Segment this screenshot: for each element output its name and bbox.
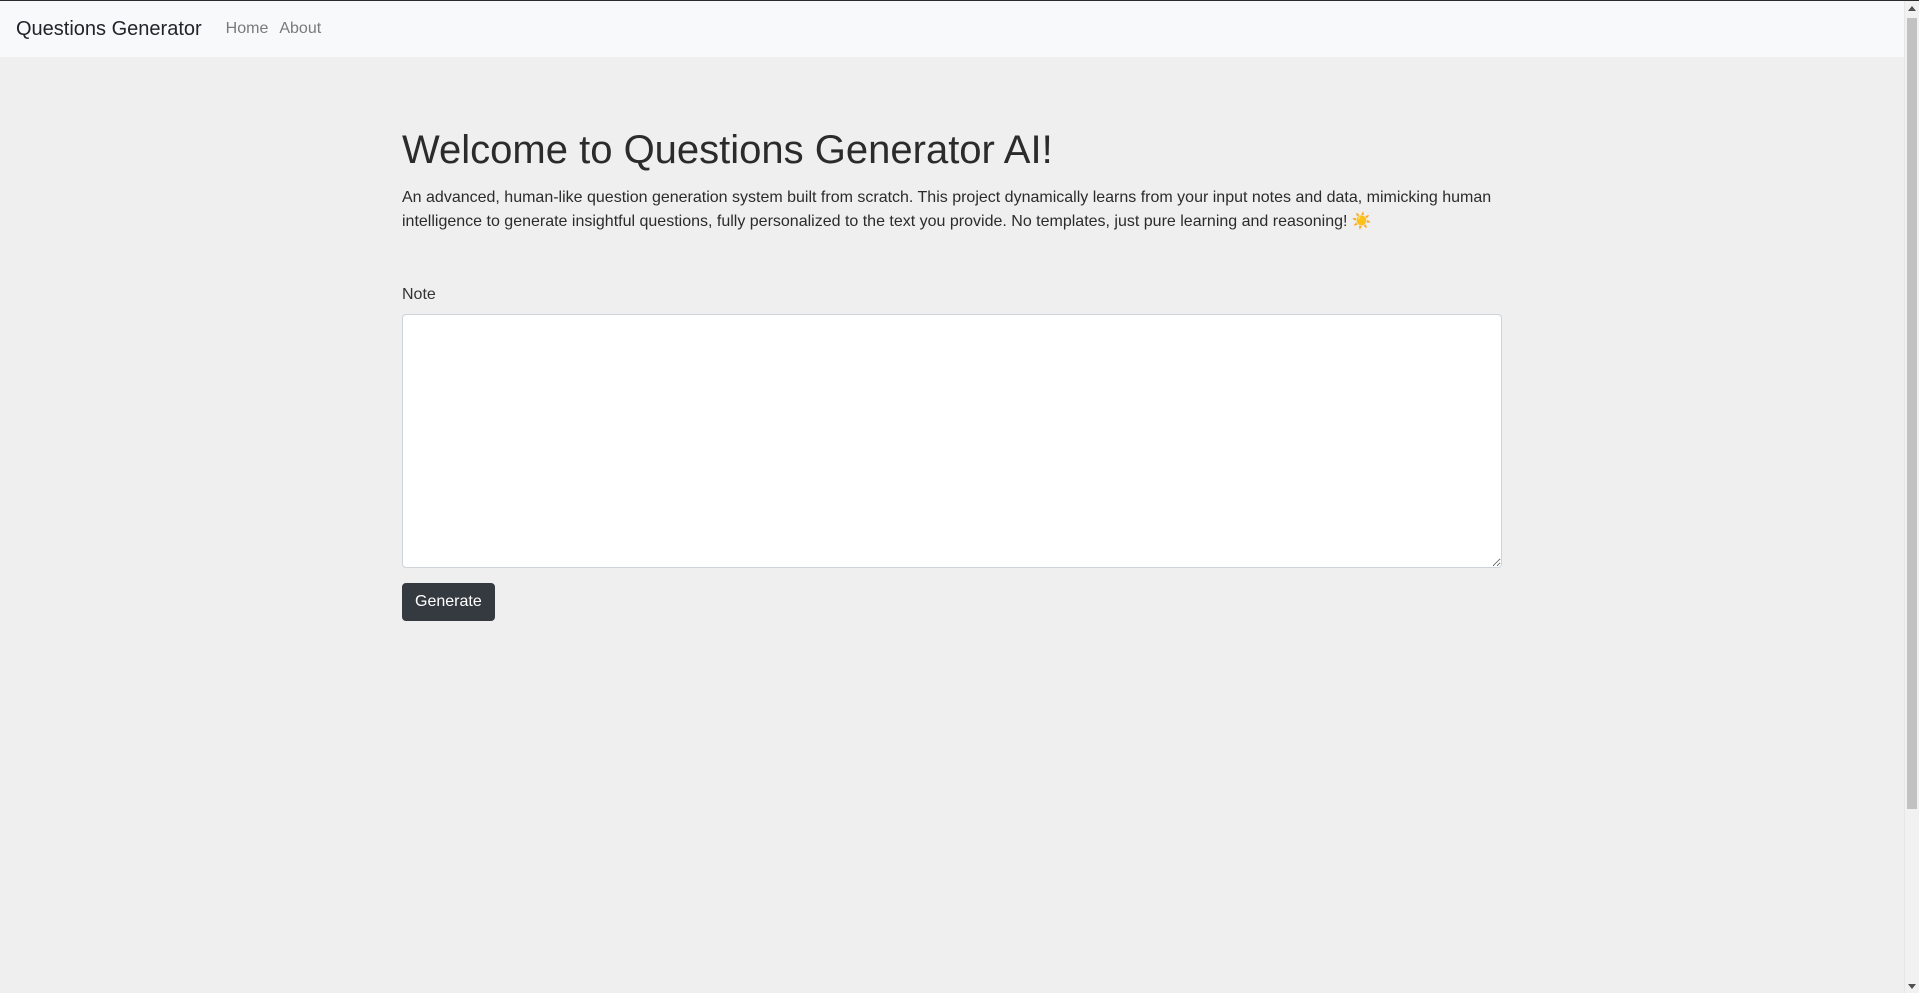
sun-icon: ☀️ bbox=[1351, 213, 1372, 230]
scroll-up-arrow-icon[interactable] bbox=[1908, 6, 1916, 11]
main-content: Welcome to Questions Generator AI! An ad… bbox=[402, 128, 1502, 621]
nav-link-home[interactable]: Home bbox=[226, 21, 269, 37]
note-label: Note bbox=[402, 286, 436, 303]
navbar-brand[interactable]: Questions Generator bbox=[16, 19, 202, 39]
scroll-down-arrow-icon[interactable] bbox=[1908, 984, 1916, 989]
page-title: Welcome to Questions Generator AI! bbox=[402, 128, 1053, 172]
nav-link-about[interactable]: About bbox=[279, 21, 321, 37]
scrollbar-thumb[interactable] bbox=[1907, 18, 1917, 809]
intro-paragraph: An advanced, human-like question generat… bbox=[402, 186, 1502, 234]
navbar: Questions Generator Home About bbox=[0, 1, 1904, 57]
note-textarea[interactable] bbox=[402, 314, 1502, 568]
browser-viewport: Questions Generator Home About Welcome t… bbox=[0, 0, 1919, 993]
intro-text: An advanced, human-like question generat… bbox=[402, 189, 1492, 230]
generate-button[interactable]: Generate bbox=[402, 583, 495, 621]
vertical-scrollbar[interactable] bbox=[1904, 1, 1919, 993]
